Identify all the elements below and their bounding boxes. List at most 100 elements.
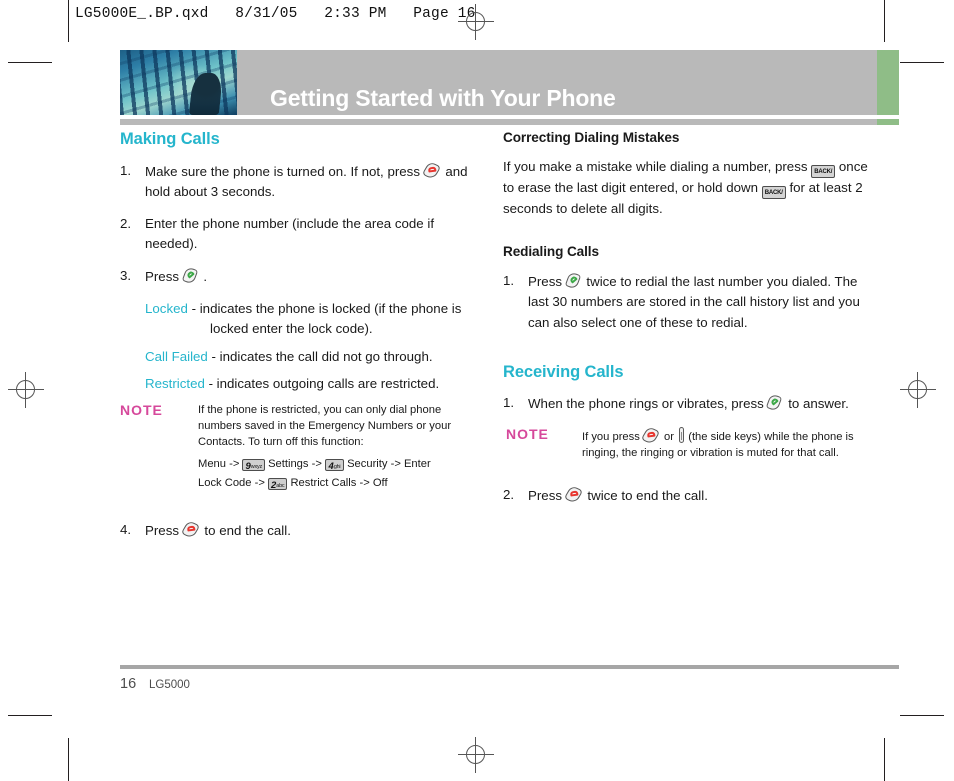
keypad-letters: abc [276,483,285,490]
step-text: Enter the phone number (include the area… [145,215,435,252]
side-key-icon [677,426,685,444]
send-key-icon [181,266,200,285]
back-key-icon: BACK/ [761,185,786,199]
list-item: 2. Enter the phone number (include the ar… [120,214,480,255]
left-column: Making Calls 1. Make sure the phone is tu… [120,131,480,552]
definition-locked: Locked - indicates the phone is locked (… [120,299,480,340]
back-key-icon: BACK/ [811,164,836,178]
step-text-cont: . [203,268,208,284]
keypad-key-4-icon: 4ghi [324,458,344,472]
crop-mark-left-bottom-h [8,715,52,716]
crop-mark-bottom-right [884,738,885,781]
crop-mark-right-top-h [900,62,944,63]
prepress-slug: LG5000E_.BP.qxd 8/31/05 2:33 PM Page 16 [75,6,476,22]
page-title: Getting Started with Your Phone [270,85,616,111]
note-body: If the phone is restricted, you can only… [198,403,452,449]
step-number: 4. [120,521,132,537]
menu-path-text: Settings -> [268,457,322,470]
subsection-heading-correcting-dialing-mistakes: Correcting Dialing Mistakes [503,130,680,145]
note-menu-path-line-1: Menu -> 9wxyz Settings -> 4ghi Security … [198,455,480,475]
step-text: When the phone rings or vibrates, press [528,396,764,412]
crop-mark-right-bottom-h [900,715,944,716]
receiving-calls-step-2: 2. Press twice to end the call. [503,485,875,507]
definition-term: Locked [145,300,188,316]
step-number: 1. [503,272,515,288]
end-key-icon [563,485,584,504]
crop-mark-bottom-left [68,738,69,781]
list-item: 4. Press to end the call. [120,520,480,542]
footer-rule [120,665,899,669]
definition-text: - indicates outgoing calls are restricte… [208,376,440,392]
crop-mark-left-top-h [8,62,52,63]
making-calls-steps: 1. Make sure the phone is turned on. If n… [120,160,480,288]
registration-mark-left [8,372,44,408]
menu-path-text: Lock Code -> [198,477,265,490]
step-text: Make sure the phone is turned on. If not… [145,163,420,179]
step-text-cont: to end the call. [204,522,291,538]
page-number: 16 [120,676,137,692]
header-under-rule-accent [877,119,899,125]
step-number: 2. [503,487,515,503]
redialing-steps: 1. Press twice to redial the last number … [503,271,875,334]
receiving-calls-step-1: 1. When the phone rings or vibrates, pres… [503,393,875,415]
end-key-icon [421,160,442,180]
step-number: 1. [120,162,132,178]
keypad-key-9-icon: 9wxyz [242,458,265,472]
note-menu-path: Menu -> 9wxyz Settings -> 4ghi Security … [198,455,480,494]
definition-call-failed: Call Failed - indicates the call did not… [120,347,480,368]
registration-mark-right [900,372,936,408]
menu-path-text: Menu -> [198,457,240,470]
making-calls-final-step: 4. Press to end the call. [120,520,480,542]
step-number: 1. [503,395,515,411]
section-heading-receiving-calls: Receiving Calls [503,362,624,381]
subsection-heading-redialing-calls: Redialing Calls [503,244,599,260]
definition-term: Call Failed [145,348,208,364]
keypad-letters: ghi [333,463,341,470]
step-text: Press [528,488,562,504]
end-key-icon [180,520,201,539]
right-column: Correcting Dialing Mistakes If you make … [503,131,875,518]
step-text-cont: to answer. [788,396,849,412]
definition-text: - indicates the call did not go through. [211,348,433,364]
registration-mark-bottom [458,737,494,773]
correcting-dialing-paragraph: If you make a mistake while dialing a nu… [503,157,875,220]
end-key-icon [640,426,661,445]
step-number: 2. [120,215,132,231]
step-text-cont: twice to end the call. [587,488,708,504]
keypad-letters: wxyz [250,463,262,470]
step-number: 3. [120,267,132,283]
definition-restricted: Restricted - indicates outgoing calls ar… [120,374,480,395]
note-label: NOTE [120,401,163,418]
header-green-accent [877,50,899,115]
send-key-icon [766,393,784,412]
note-label: NOTE [506,425,549,442]
registration-mark-top [458,4,494,40]
step-text: Press [528,273,562,289]
footer-model-name: LG5000 [149,679,190,691]
note-block-restricted: NOTE If the phone is restricted, you can… [120,402,480,494]
keypad-key-2-icon: 2abc [267,478,288,491]
menu-path-text: Restrict Calls -> Off [290,477,388,490]
step-text: Press [145,268,179,284]
header-decorative-photo [120,50,237,115]
paragraph-text: If you make a mistake while dialing a nu… [503,158,808,174]
definition-term: Restricted [145,376,205,392]
menu-path-text: Security -> Enter [347,457,431,470]
crop-mark-top-right [884,0,885,42]
list-item: 1. Press twice to redial the last number … [503,271,875,334]
crop-mark-top-left [68,0,69,42]
header-under-rule [120,119,877,125]
note-block-side-keys: NOTE If you press or (the side keys) whi… [503,426,875,461]
list-item: 2. Press twice to end the call. [503,485,875,507]
manual-page: LG5000E_.BP.qxd 8/31/05 2:33 PM Page 16 … [0,0,954,781]
send-key-icon [564,271,583,290]
note-text: If you press [582,430,640,443]
note-text: or [664,430,674,443]
definition-text: - indicates the phone is locked (if the … [191,300,462,337]
list-item: 1. Make sure the phone is turned on. If n… [120,160,480,203]
list-item: 1. When the phone rings or vibrates, pres… [503,393,875,415]
note-body: If you press or (the side keys) while th… [582,426,875,461]
note-menu-path-line-2: Lock Code -> 2abc Restrict Calls -> Off [198,474,480,494]
list-item: 3. Press . [120,266,480,288]
step-text: Press [145,522,179,538]
